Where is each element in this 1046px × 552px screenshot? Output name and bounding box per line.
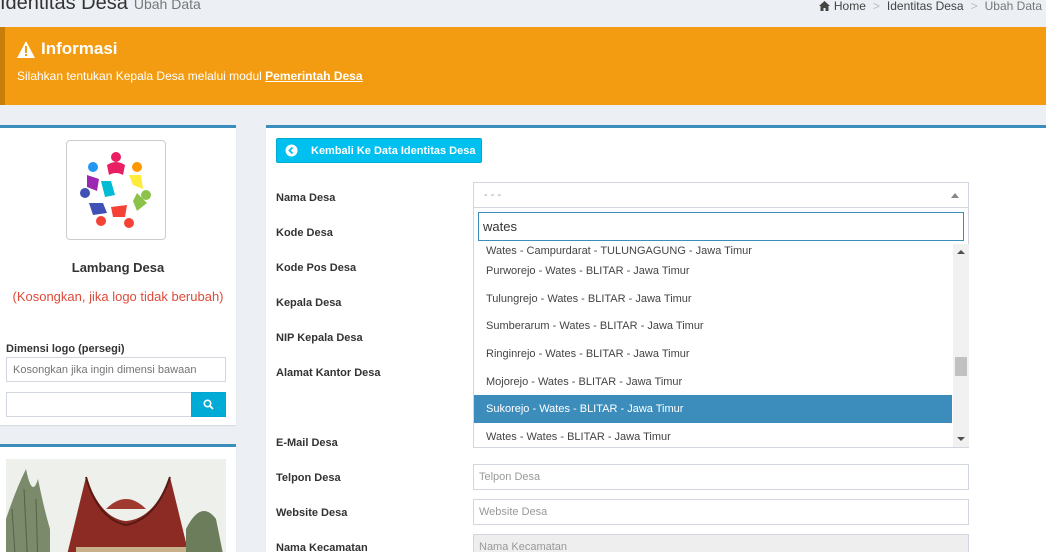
page-subtitle: Ubah Data: [133, 0, 201, 12]
select-dropdown: Wates - Campurdarat - TULUNGAGUNG - Jawa…: [473, 208, 969, 448]
scroll-up-icon[interactable]: [957, 250, 965, 254]
dimension-label: Dimensi logo (persegi): [6, 343, 125, 355]
back-button-label: Kembali Ke Data Identitas Desa: [311, 144, 476, 157]
label-kecamatan: Nama Kecamatan: [276, 542, 368, 552]
dropdown-scrollbar[interactable]: [953, 244, 969, 447]
village-logo-icon: [80, 152, 151, 228]
info-callout: Informasi Silahkan tentukan Kepala Desa …: [0, 27, 1046, 105]
website-input[interactable]: Website Desa: [473, 499, 969, 525]
page-header: Identitas Desa Ubah Data Home > Identitas D…: [0, 0, 1046, 16]
dropdown-options: Wates - Campurdarat - TULUNGAGUNG - Jawa…: [474, 244, 952, 447]
dropdown-option-highlighted[interactable]: Sukorejo - Wates - BLITAR - Jawa Timur: [474, 395, 952, 424]
page-title-text: Identitas Desa: [0, 0, 128, 14]
dropdown-option[interactable]: Ringinrejo - Wates - BLITAR - Jawa Timur: [474, 340, 952, 368]
dropdown-search-input[interactable]: [478, 212, 964, 241]
arrow-circle-left-icon: [285, 144, 298, 157]
label-alamat: Alamat Kantor Desa: [276, 367, 381, 379]
browse-file-button[interactable]: [191, 392, 226, 417]
chevron-up-icon: [951, 193, 959, 198]
office-photo: [6, 459, 226, 552]
label-website: Website Desa: [276, 507, 348, 519]
callout-text: Silahkan tentukan Kepala Desa melalui mo…: [17, 69, 1046, 83]
page-title: Identitas Desa Ubah Data: [0, 0, 201, 15]
dropdown-option[interactable]: Wates - Campurdarat - TULUNGAGUNG - Jawa…: [474, 244, 952, 257]
breadcrumb-separator: >: [872, 0, 880, 13]
warning-icon: [17, 40, 35, 58]
form-panel: Kembali Ke Data Identitas Desa Nama Desa…: [266, 125, 1046, 552]
callout-body: Silahkan tentukan Kepala Desa melalui mo…: [17, 69, 266, 83]
breadcrumb-identitas[interactable]: Identitas Desa: [887, 0, 964, 13]
callout-title-text: Informasi: [41, 39, 118, 58]
logo-file-input[interactable]: [6, 392, 192, 417]
telpon-input[interactable]: Telpon Desa: [473, 464, 969, 490]
breadcrumb-current: Ubah Data: [984, 0, 1042, 13]
dropdown-option[interactable]: Sumberarum - Wates - BLITAR - Jawa Timur: [474, 312, 952, 340]
pemerintah-desa-link[interactable]: Pemerintah Desa: [265, 69, 362, 83]
logo-dimension-input[interactable]: [6, 357, 226, 382]
home-icon: [818, 1, 830, 11]
scrollbar-thumb[interactable]: [955, 357, 967, 376]
back-to-identitas-button[interactable]: Kembali Ke Data Identitas Desa: [276, 138, 482, 163]
callout-title: Informasi: [17, 39, 1046, 59]
dropdown-option[interactable]: Mojorejo - Wates - BLITAR - Jawa Timur: [474, 368, 952, 396]
breadcrumb: Home > Identitas Desa > Ubah Data: [818, 0, 1042, 13]
logo-title: Lambang Desa: [71, 260, 165, 275]
label-kode-pos: Kode Pos Desa: [276, 262, 357, 274]
nama-desa-select[interactable]: - - -: [473, 182, 969, 208]
breadcrumb-home[interactable]: Home: [834, 0, 866, 13]
search-icon: [203, 399, 214, 410]
label-kepala-desa: Kepala Desa: [276, 297, 342, 309]
logo-panel: Lambang Desa (Kosongkan, jika logo tidak…: [0, 125, 236, 425]
label-telpon: Telpon Desa: [276, 472, 341, 484]
kecamatan-input[interactable]: Nama Kecamatan: [473, 534, 969, 552]
breadcrumb-separator: >: [970, 0, 978, 13]
label-kode-desa: Kode Desa: [276, 227, 333, 239]
dropdown-option[interactable]: Tulungrejo - Wates - BLITAR - Jawa Timur: [474, 285, 952, 313]
logo-note: (Kosongkan, jika logo tidak berubah): [12, 289, 224, 304]
label-nip: NIP Kepala Desa: [276, 332, 363, 344]
logo-frame: [66, 140, 166, 240]
label-nama-desa: Nama Desa: [276, 192, 336, 204]
select-value: - - -: [484, 189, 502, 201]
scroll-down-icon[interactable]: [957, 437, 965, 441]
village-office-image: [6, 459, 226, 552]
dropdown-option[interactable]: Purworejo - Wates - BLITAR - Jawa Timur: [474, 257, 952, 285]
office-photo-panel: [0, 444, 236, 552]
dropdown-option[interactable]: Wates - Wates - BLITAR - Jawa Timur: [474, 423, 952, 447]
label-email: E-Mail Desa: [276, 437, 338, 449]
